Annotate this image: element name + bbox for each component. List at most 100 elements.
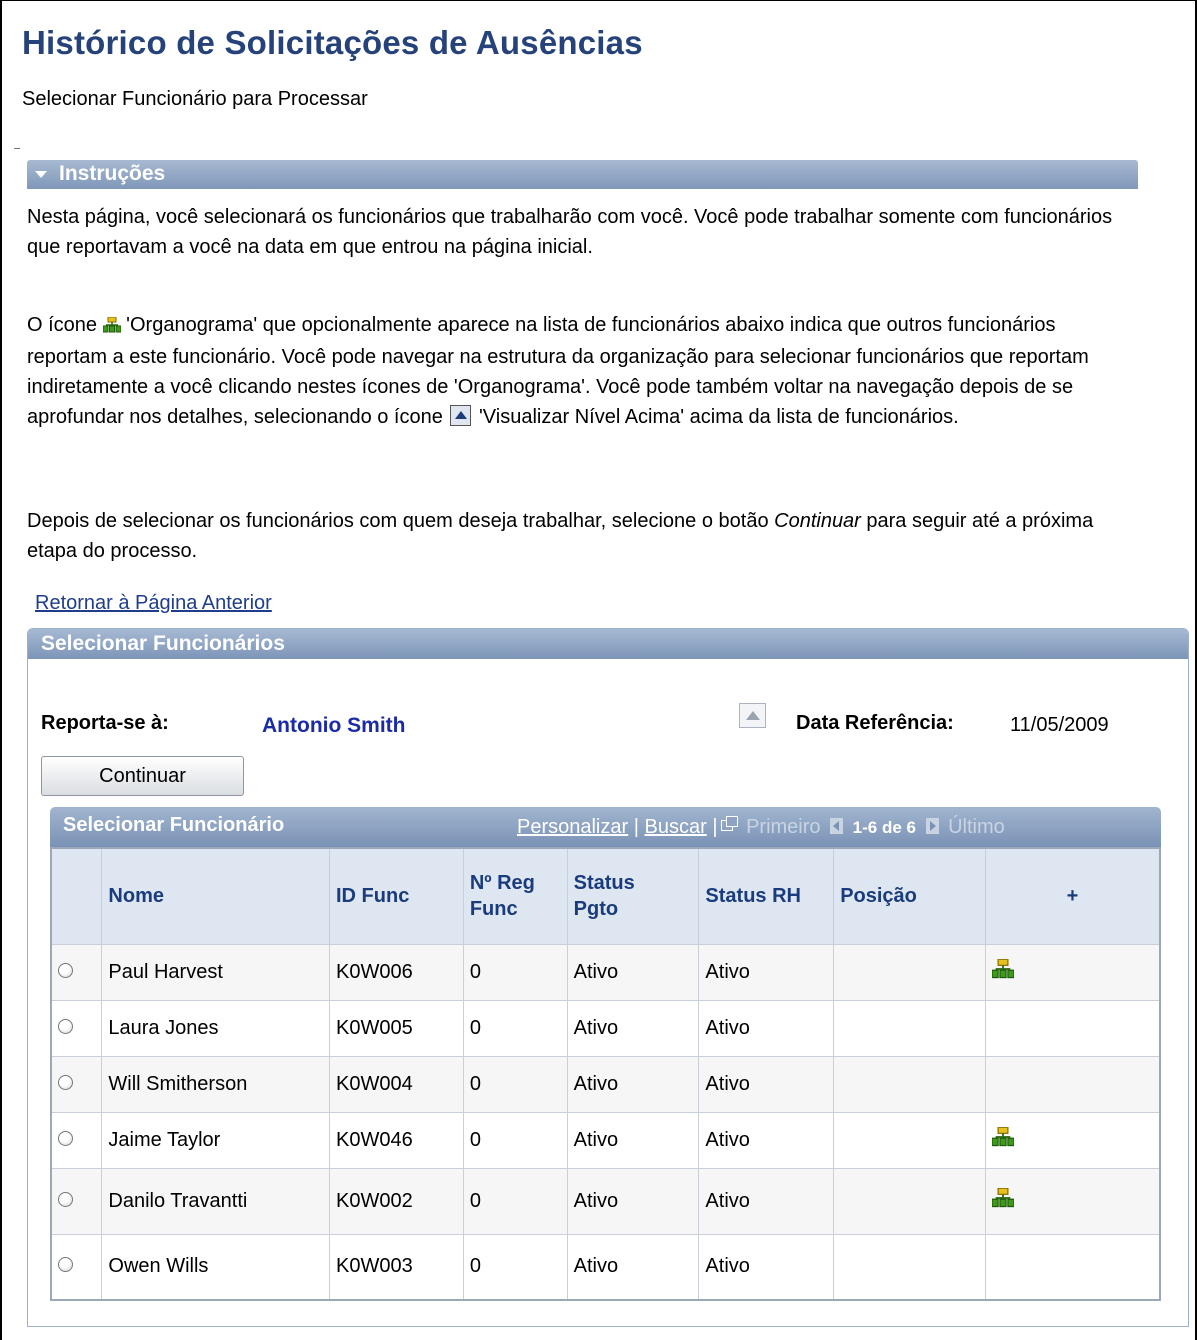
table-row[interactable]: Will Smitherson K0W004 0 Ativo Ativo [50, 1055, 1161, 1113]
select-radio[interactable] [58, 1257, 73, 1273]
column-position[interactable]: Posição [833, 847, 986, 945]
employee-name: Jaime Taylor [101, 1111, 330, 1169]
table-row[interactable]: Laura Jones K0W005 0 Ativo Ativo [50, 999, 1161, 1057]
employee-name: Paul Harvest [101, 943, 330, 1001]
column-label: Pgto [573, 898, 619, 921]
first-link: Primeiro [746, 816, 821, 838]
instructions-paragraph-1: Nesta página, você selecionará os funcio… [27, 206, 1113, 258]
employee-id: K0W004 [328, 1055, 464, 1113]
employee-record: 0 [462, 943, 568, 1001]
position [833, 943, 986, 1001]
position [833, 1167, 986, 1235]
collapse-triangle-icon[interactable] [35, 171, 47, 178]
position [833, 1111, 986, 1169]
select-cell[interactable] [50, 1111, 103, 1169]
instructions-paragraph-2: O ícone 'Organograma' que opcionalmente … [27, 310, 1137, 432]
page-subtitle: Selecionar Funcionário para Processar [22, 88, 368, 110]
hr-status: Ativo [698, 1167, 835, 1235]
select-cell[interactable] [50, 1233, 103, 1301]
instructions-title: Instruções [59, 162, 166, 185]
employee-record: 0 [462, 1167, 568, 1235]
grid-navigation: Personalizar | Buscar | Primeiro 1-6 de … [517, 816, 1005, 839]
grid-title: Selecionar Funcionário [63, 814, 285, 836]
org-chart-cell [984, 1167, 1161, 1235]
table-row[interactable]: Owen Wills K0W003 0 Ativo Ativo [50, 1233, 1161, 1301]
continue-button[interactable]: Continuar [41, 756, 244, 796]
org-chart-icon[interactable] [991, 1187, 1015, 1214]
pay-status: Ativo [566, 1111, 700, 1169]
employee-record: 0 [462, 1111, 568, 1169]
hr-status: Ativo [698, 943, 835, 1001]
employee-record: 0 [462, 999, 568, 1057]
hr-status: Ativo [698, 1055, 835, 1113]
grid-header-row: Nome ID Func Nº Reg Func Status Pgto Statu… [50, 847, 1161, 945]
table-row[interactable]: Jaime Taylor K0W046 0 Ativo Ativo [50, 1111, 1161, 1169]
org-chart-icon[interactable] [991, 958, 1015, 985]
select-radio[interactable] [58, 1018, 73, 1034]
select-radio[interactable] [58, 1130, 73, 1146]
column-name[interactable]: Nome [101, 847, 330, 945]
employee-name: Danilo Travantti [101, 1167, 330, 1235]
employee-record: 0 [462, 1233, 568, 1301]
table-row[interactable]: Paul Harvest K0W006 0 Ativo Ativo [50, 943, 1161, 1001]
select-cell[interactable] [50, 943, 103, 1001]
instructions-text: 'Visualizar Nível Acima' acima da lista … [473, 406, 959, 428]
column-employee-id[interactable]: ID Func [328, 847, 464, 945]
view-level-up-button[interactable] [739, 703, 766, 728]
org-chart-cell [984, 1055, 1161, 1113]
select-radio[interactable] [58, 1074, 73, 1090]
employee-grid: Nome ID Func Nº Reg Func Status Pgto Statu… [50, 847, 1161, 1301]
column-label: Status [573, 872, 635, 895]
personalize-link[interactable]: Personalizar [517, 816, 628, 838]
reference-date-label: Data Referência: [796, 712, 954, 734]
column-label: Nº Reg [469, 872, 535, 895]
select-cell[interactable] [50, 1055, 103, 1113]
return-previous-page-link[interactable]: Retornar à Página Anterior [35, 592, 272, 615]
grid-body: Paul Harvest K0W006 0 Ativo Ativo Laura Jones… [50, 943, 1161, 1301]
reports-to-label: Reporta-se à: [41, 712, 169, 734]
hr-status: Ativo [698, 1111, 835, 1169]
pay-status: Ativo [566, 1167, 700, 1235]
table-row[interactable]: Danilo Travantti K0W002 0 Ativo Ativo [50, 1167, 1161, 1235]
column-select [50, 847, 103, 945]
hr-status: Ativo [698, 999, 835, 1057]
hr-status: Ativo [698, 1233, 835, 1301]
last-link: Último [948, 816, 1005, 838]
column-label: Func [469, 898, 518, 921]
org-chart-cell [984, 1111, 1161, 1169]
pay-status: Ativo [566, 943, 700, 1001]
org-chart-cell [984, 999, 1161, 1057]
column-pay-status[interactable]: Status Pgto [566, 847, 700, 945]
separator: | [712, 816, 718, 838]
org-chart-cell [984, 943, 1161, 1001]
select-radio[interactable] [58, 962, 73, 978]
employee-id: K0W006 [328, 943, 464, 1001]
select-radio[interactable] [58, 1191, 73, 1207]
column-record-number[interactable]: Nº Reg Func [462, 847, 568, 945]
view-level-up-icon [450, 405, 472, 426]
employee-name: Owen Wills [101, 1233, 330, 1301]
pay-status: Ativo [566, 1055, 700, 1113]
pay-status: Ativo [566, 1233, 700, 1301]
previous-arrow-icon [830, 818, 844, 834]
org-chart-icon [102, 312, 122, 342]
grid-header: Selecionar Funcionário Personalizar | Bu… [50, 807, 1161, 847]
new-window-icon[interactable] [720, 816, 738, 831]
employee-record: 0 [462, 1055, 568, 1113]
search-link[interactable]: Buscar [645, 816, 707, 838]
select-cell[interactable] [50, 999, 103, 1057]
position [833, 1233, 986, 1301]
divider [14, 148, 20, 149]
employee-id: K0W046 [328, 1111, 464, 1169]
org-chart-icon[interactable] [991, 1126, 1015, 1153]
position [833, 1055, 986, 1113]
next-arrow-icon [925, 818, 939, 834]
select-cell[interactable] [50, 1167, 103, 1235]
employee-id: K0W002 [328, 1167, 464, 1235]
column-hr-status[interactable]: Status RH [698, 847, 835, 945]
org-chart-cell [984, 1233, 1161, 1301]
employee-id: K0W003 [328, 1233, 464, 1301]
panel-header: Selecionar Funcionários [28, 629, 1188, 659]
instructions-header[interactable]: Instruções [27, 160, 1138, 189]
employee-id: K0W005 [328, 999, 464, 1057]
